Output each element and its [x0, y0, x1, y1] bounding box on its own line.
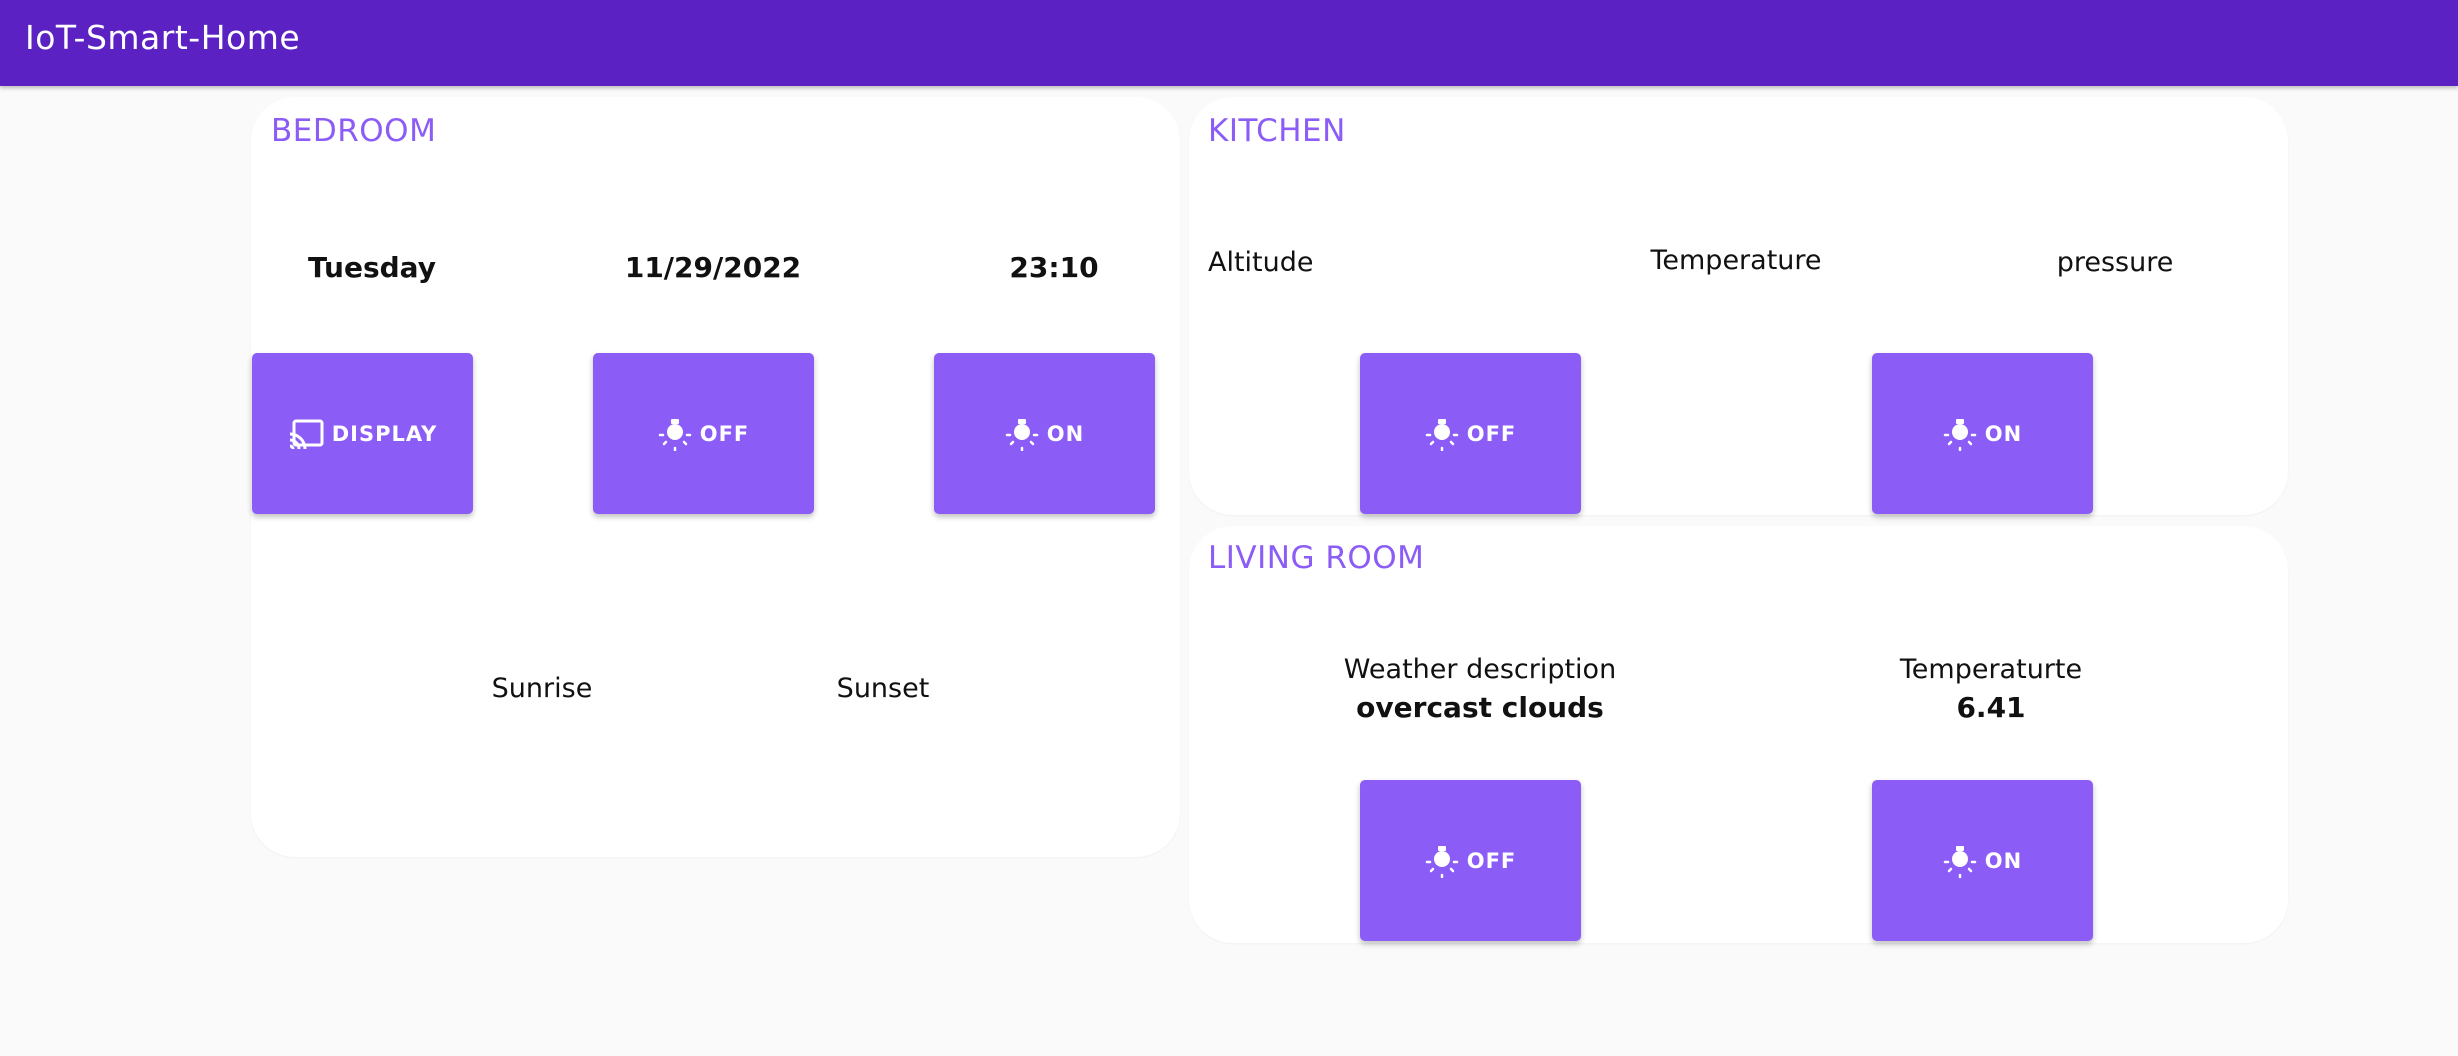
bedroom-display-button[interactable]: DISPLAY — [252, 353, 473, 514]
app-title: IoT-Smart-Home — [25, 18, 301, 57]
bedroom-light-on-button[interactable]: ON — [934, 353, 1155, 514]
lightbulb-icon — [1943, 417, 1977, 451]
kitchen-off-label: OFF — [1466, 421, 1517, 446]
altitude-label: Altitude — [1208, 247, 1314, 278]
pressure-label: pressure — [2056, 247, 2174, 278]
bedroom-display-label: DISPLAY — [331, 421, 438, 446]
sunrise-label: Sunrise — [491, 673, 593, 704]
kitchen-on-label: ON — [1984, 421, 2023, 446]
kitchen-title: KITCHEN — [1208, 113, 1346, 149]
living-room-off-label: OFF — [1466, 848, 1517, 873]
bedroom-title: BEDROOM — [271, 113, 437, 149]
bedroom-card: BEDROOM Tuesday 11/29/2022 23:10 DISPLAY — [251, 97, 1180, 857]
kitchen-light-off-button[interactable]: OFF — [1360, 353, 1581, 514]
kitchen-light-on-button[interactable]: ON — [1872, 353, 2093, 514]
living-room-title: LIVING ROOM — [1208, 540, 1425, 576]
living-room-light-on-button[interactable]: ON — [1872, 780, 2093, 941]
bedroom-off-label: OFF — [699, 421, 750, 446]
lightbulb-icon — [1425, 844, 1459, 878]
weather-description-label: Weather description — [1343, 654, 1617, 685]
lightbulb-icon — [1005, 417, 1039, 451]
living-room-card: LIVING ROOM Weather description overcast… — [1189, 526, 2288, 943]
bedroom-time: 23:10 — [1009, 251, 1099, 284]
living-room-temperature-value: 6.41 — [1956, 691, 2026, 724]
cast-icon — [288, 419, 324, 449]
bedroom-date: 11/29/2022 — [624, 251, 802, 284]
lightbulb-icon — [658, 417, 692, 451]
kitchen-temperature-label: Temperature — [1650, 245, 1822, 276]
lightbulb-icon — [1425, 417, 1459, 451]
bedroom-on-label: ON — [1046, 421, 1085, 446]
living-room-temperature-label: Temperaturte — [1899, 654, 2083, 685]
sunset-label: Sunset — [836, 673, 930, 704]
lightbulb-icon — [1943, 844, 1977, 878]
kitchen-card: KITCHEN Altitude Temperature pressure OF… — [1189, 97, 2288, 515]
app-bar: IoT-Smart-Home — [0, 0, 2458, 86]
living-room-on-label: ON — [1984, 848, 2023, 873]
living-room-light-off-button[interactable]: OFF — [1360, 780, 1581, 941]
bedroom-light-off-button[interactable]: OFF — [593, 353, 814, 514]
weather-description-value: overcast clouds — [1356, 691, 1604, 724]
bedroom-day: Tuesday — [308, 251, 436, 284]
